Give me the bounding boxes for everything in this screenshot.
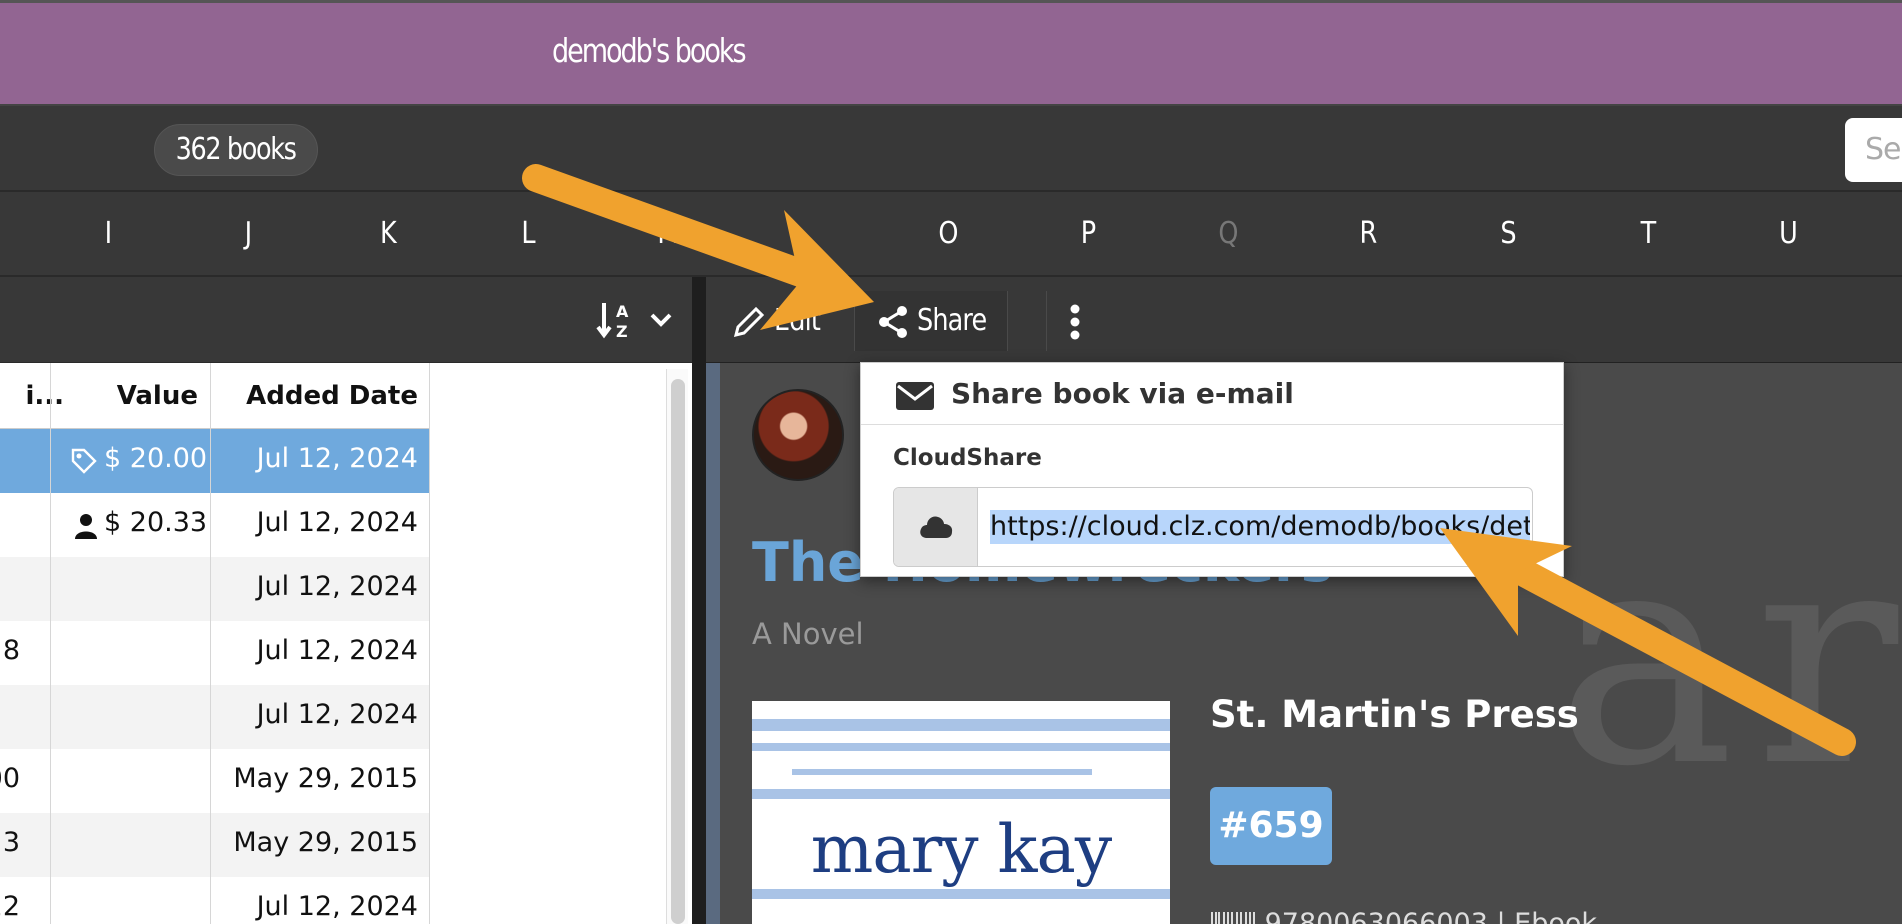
column-divider [50,363,51,924]
book-count-badge: 362 books [154,124,318,176]
cloudshare-url-group: https://cloud.clz.com/demodb/books/deta [893,487,1533,567]
letter-p[interactable]: P [1071,216,1105,251]
table-row[interactable]: 00 May 29, 2015 [0,749,430,813]
table-row[interactable]: $ 20.00 Jul 12, 2024 [0,429,430,493]
letter-k[interactable]: K [371,216,405,251]
letter-i[interactable]: I [91,216,125,251]
letter-l[interactable]: L [511,216,545,251]
letter-m[interactable]: M [651,216,685,251]
sort-alpha-icon[interactable]: A Z [596,299,634,341]
list-scrollbar[interactable] [666,369,688,924]
pane-splitter[interactable] [692,277,706,924]
date-cell: Jul 12, 2024 [256,443,418,474]
alphabet-index: I J K L M O P Q R S T U [0,192,1902,277]
date-cell: May 29, 2015 [233,763,418,794]
date-cell: Jul 12, 2024 [256,891,418,922]
main-toolbar: 362 books Search [0,106,1902,192]
cloudshare-label: CloudShare [893,445,1042,471]
book-list-table: i... Value Added Date $ 20.00 Jul 12, 20… [0,363,692,924]
isbn-line: 9780063066003 | Ebook [1210,908,1597,924]
table-header: i... Value Added Date [0,363,430,429]
detail-toolbar: Edit Share [706,277,1902,363]
tag-icon [71,448,97,474]
edit-button[interactable]: Edit [732,291,852,351]
share-email-item[interactable]: Share book via e-mail [861,363,1563,425]
column-divider [429,363,430,924]
background-art: ary [1556,483,1902,832]
share-button[interactable]: Share [854,291,1008,351]
letter-u[interactable]: U [1771,216,1805,251]
svg-text:A: A [616,302,629,321]
book-subtitle: A Novel [752,617,864,651]
index-badge: #659 [1210,787,1332,865]
detail-edge [706,363,720,924]
date-cell: Jul 12, 2024 [256,507,418,538]
date-cell: Jul 12, 2024 [256,635,418,666]
barcode-icon [1211,911,1255,924]
vertical-dots-icon [1070,304,1080,340]
publisher: St. Martin's Press [1210,693,1579,736]
table-row[interactable]: 3 May 29, 2015 [0,813,430,877]
user-icon [75,514,97,539]
author-avatar[interactable] [752,389,844,481]
table-row[interactable]: $ 20.33 Jul 12, 2024 [0,493,430,557]
pencil-icon [733,306,765,338]
column-header-added-date[interactable]: Added Date [210,381,418,411]
chevron-down-icon[interactable] [648,307,674,333]
letter-j[interactable]: J [231,216,265,251]
letter-r[interactable]: R [1351,216,1385,251]
svg-text:Z: Z [616,322,628,341]
value-cell: $ 20.00 [104,443,208,474]
letter-s[interactable]: S [1491,216,1525,251]
share-email-label: Share book via e-mail [951,377,1294,410]
date-cell: May 29, 2015 [233,827,418,858]
table-row[interactable]: Jul 12, 2024 [0,685,430,749]
cover-text: mary kay [810,811,1112,888]
app-title: demodb's books [552,31,747,70]
value-cell: $ 20.33 [104,507,208,538]
share-popup: Share book via e-mail CloudShare https:/… [860,362,1564,577]
letter-t[interactable]: T [1631,216,1665,251]
column-header-value[interactable]: Value [50,381,198,411]
table-row[interactable]: Jul 12, 2024 [0,557,430,621]
search-input[interactable]: Search [1845,118,1902,182]
app-header: demodb's books [0,0,1902,106]
cloud-icon-box [894,488,978,566]
letter-q: Q [1218,216,1238,251]
letter-o[interactable]: O [931,216,965,251]
share-icon [879,306,907,338]
scrollbar-thumb[interactable] [671,379,685,924]
table-row[interactable]: 8 Jul 12, 2024 [0,621,430,685]
table-row[interactable]: 22 Jul 12, 2024 [0,877,430,924]
more-options-button[interactable] [1046,291,1086,351]
envelope-icon [896,382,934,410]
book-cover[interactable]: mary kay [752,701,1170,924]
cloudshare-url-input[interactable]: https://cloud.clz.com/demodb/books/deta [990,510,1530,544]
date-cell: Jul 12, 2024 [256,571,418,602]
column-divider [210,363,211,924]
list-sort-bar: A Z [0,277,692,363]
date-cell: Jul 12, 2024 [256,699,418,730]
cloud-icon [920,516,953,538]
